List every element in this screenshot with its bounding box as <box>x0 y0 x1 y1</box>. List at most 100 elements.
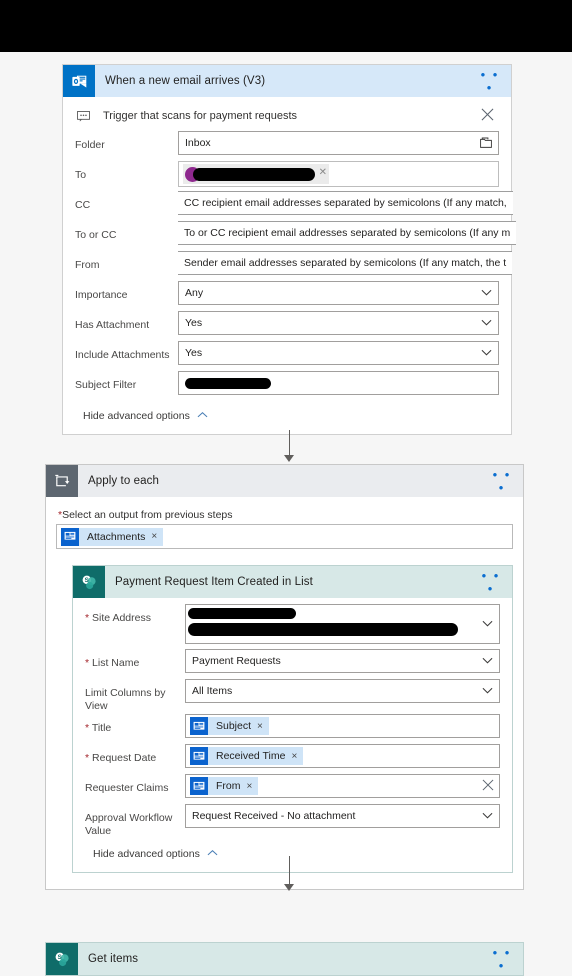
field-control-limit-columns[interactable]: All Items <box>185 679 500 703</box>
field-control-importance[interactable]: Any <box>178 281 499 305</box>
field-control-approval-workflow-value[interactable]: Request Received - No attachment <box>185 804 500 828</box>
field-control-request-date[interactable]: Received Time × <box>185 744 500 768</box>
svg-text:S: S <box>58 955 62 961</box>
card-apply-to-each[interactable]: Apply to each • • • * Select an output fr… <box>45 464 524 890</box>
field-control-title[interactable]: Subject × <box>185 714 500 738</box>
card-title-email-trigger: When a new email arrives (V3) <box>105 75 266 87</box>
field-label-importance: Importance <box>75 289 128 301</box>
card-title-create-item: Payment Request Item Created in List <box>115 576 313 588</box>
field-control-has-attachment[interactable]: Yes <box>178 311 499 335</box>
field-label-has-attachment: Has Attachment <box>75 319 150 331</box>
field-label-site-address-text: Site Address <box>92 612 151 624</box>
redacted-site-url-line1 <box>188 608 296 619</box>
from-input[interactable]: Sender email addresses separated by semi… <box>178 251 513 275</box>
title-input[interactable]: Subject × <box>185 714 500 738</box>
field-label-list-name-text: List Name <box>92 657 140 669</box>
loop-icon <box>46 465 78 497</box>
recipient-chip[interactable]: ✕ <box>183 164 329 184</box>
card-menu-email-trigger[interactable]: • • • <box>475 68 511 94</box>
approval-workflow-value-dropdown[interactable]: Request Received - No attachment <box>185 804 500 828</box>
card-create-item[interactable]: S Payment Request Item Created in List •… <box>72 565 513 873</box>
field-control-folder[interactable]: Inbox <box>178 131 499 155</box>
has-attachment-dropdown[interactable]: Yes <box>178 311 499 335</box>
dynamic-token-attachments[interactable]: Attachments × <box>61 527 164 546</box>
subject-filter-input[interactable] <box>178 371 499 395</box>
dynamic-content-icon <box>190 717 208 735</box>
card-header-get-items[interactable]: S Get items • • • <box>46 943 523 975</box>
remove-token-icon[interactable]: × <box>247 781 253 792</box>
card-menu-apply-to-each[interactable]: • • • <box>487 468 523 494</box>
request-date-input[interactable]: Received Time × <box>185 744 500 768</box>
field-label-site-address: * Site Address <box>85 604 185 625</box>
field-control-requester-claims[interactable]: From × <box>185 774 500 798</box>
list-name-dropdown[interactable]: Payment Requests <box>185 649 500 673</box>
to-or-cc-input[interactable]: To or CC recipient email addresses separ… <box>178 221 517 245</box>
sharepoint-icon: S <box>73 566 105 598</box>
chevron-up-icon[interactable] <box>207 848 218 860</box>
site-address-dropdown[interactable] <box>185 604 500 644</box>
folder-input[interactable]: Inbox <box>178 131 499 155</box>
svg-text:S: S <box>85 578 89 584</box>
field-control-include-attachments[interactable]: Yes <box>178 341 499 365</box>
importance-dropdown[interactable]: Any <box>178 281 499 305</box>
field-row-importance: Importance Any <box>75 281 499 310</box>
scope-select-output-text: Select an output from previous steps <box>62 509 233 521</box>
scope-select-output-label: *Select an output from previous steps <box>58 509 513 521</box>
window-top-black-bar <box>0 0 572 52</box>
connector-scope-to-get-items <box>282 856 296 891</box>
card-header-create-item[interactable]: S Payment Request Item Created in List •… <box>73 566 512 598</box>
field-row-cc: CC CC recipient email addresses separate… <box>75 191 513 220</box>
field-label-limit-columns: Limit Columns by View <box>85 687 166 712</box>
comment-icon <box>77 110 95 122</box>
limit-columns-dropdown[interactable]: All Items <box>185 679 500 703</box>
field-control-cc[interactable]: CC recipient email addresses separated b… <box>178 191 513 215</box>
field-row-title: * Title Subject × <box>85 714 500 743</box>
card-menu-create-item[interactable]: • • • <box>476 569 512 595</box>
include-attachments-dropdown[interactable]: Yes <box>178 341 499 365</box>
folder-icon[interactable] <box>480 137 492 151</box>
field-control-to[interactable]: ✕ <box>178 161 499 187</box>
field-control-list-name[interactable]: Payment Requests <box>185 649 500 673</box>
card-email-trigger[interactable]: When a new email arrives (V3) • • • Trig… <box>62 64 517 435</box>
dynamic-token-subject[interactable]: Subject × <box>190 717 269 735</box>
remove-token-icon[interactable]: × <box>151 531 157 542</box>
cc-input[interactable]: CC recipient email addresses separated b… <box>178 191 513 215</box>
field-row-limit-columns: Limit Columns by View All Items <box>85 679 500 713</box>
required-asterisk: * <box>85 722 90 734</box>
remove-token-icon[interactable]: × <box>257 721 263 732</box>
chevron-up-icon[interactable] <box>197 410 208 422</box>
card-body-email-trigger: Trigger that scans for payment requests … <box>63 101 517 434</box>
card-header-apply-to-each[interactable]: Apply to each • • • <box>46 465 523 497</box>
field-row-to: To ✕ <box>75 161 499 190</box>
card-get-items[interactable]: S Get items • • • <box>45 942 524 976</box>
field-control-site-address[interactable] <box>185 604 500 644</box>
flow-canvas: When a new email arrives (V3) • • • Trig… <box>0 52 572 976</box>
field-label-include-attachments: Include Attachments <box>75 349 170 361</box>
dynamic-content-icon <box>190 777 208 795</box>
field-control-to-or-cc[interactable]: To or CC recipient email addresses separ… <box>178 221 517 245</box>
field-label-to-or-cc: To or CC <box>75 229 117 241</box>
field-control-from[interactable]: Sender email addresses separated by semi… <box>178 251 513 275</box>
scope-select-output-field[interactable]: Attachments × <box>56 524 513 549</box>
field-label-request-date-text: Request Date <box>92 752 157 764</box>
to-input[interactable]: ✕ <box>178 161 499 187</box>
dynamic-token-from[interactable]: From × <box>190 777 259 795</box>
field-row-site-address: * Site Address <box>85 604 500 648</box>
field-row-list-name: * List Name Payment Requests <box>85 649 500 678</box>
connector-trigger-to-scope <box>282 430 296 462</box>
field-label-cc: CC <box>75 199 91 211</box>
card-menu-get-items[interactable]: • • • <box>487 946 523 972</box>
close-icon[interactable] <box>477 108 497 124</box>
field-label-from: From <box>75 259 100 271</box>
requester-claims-input[interactable]: From × <box>185 774 500 798</box>
card-title-apply-to-each: Apply to each <box>88 475 159 487</box>
required-asterisk: * <box>85 657 90 669</box>
remove-chip-icon[interactable]: ✕ <box>319 167 327 178</box>
field-label-request-date: * Request Date <box>85 744 185 765</box>
remove-token-icon[interactable]: × <box>291 751 297 762</box>
card-header-email-trigger[interactable]: When a new email arrives (V3) • • • <box>63 65 511 97</box>
field-control-subject-filter[interactable] <box>178 371 499 395</box>
dynamic-token-received-time[interactable]: Received Time × <box>190 747 304 765</box>
field-row-to-or-cc: To or CC To or CC recipient email addres… <box>75 221 517 250</box>
clear-icon[interactable] <box>482 779 494 794</box>
